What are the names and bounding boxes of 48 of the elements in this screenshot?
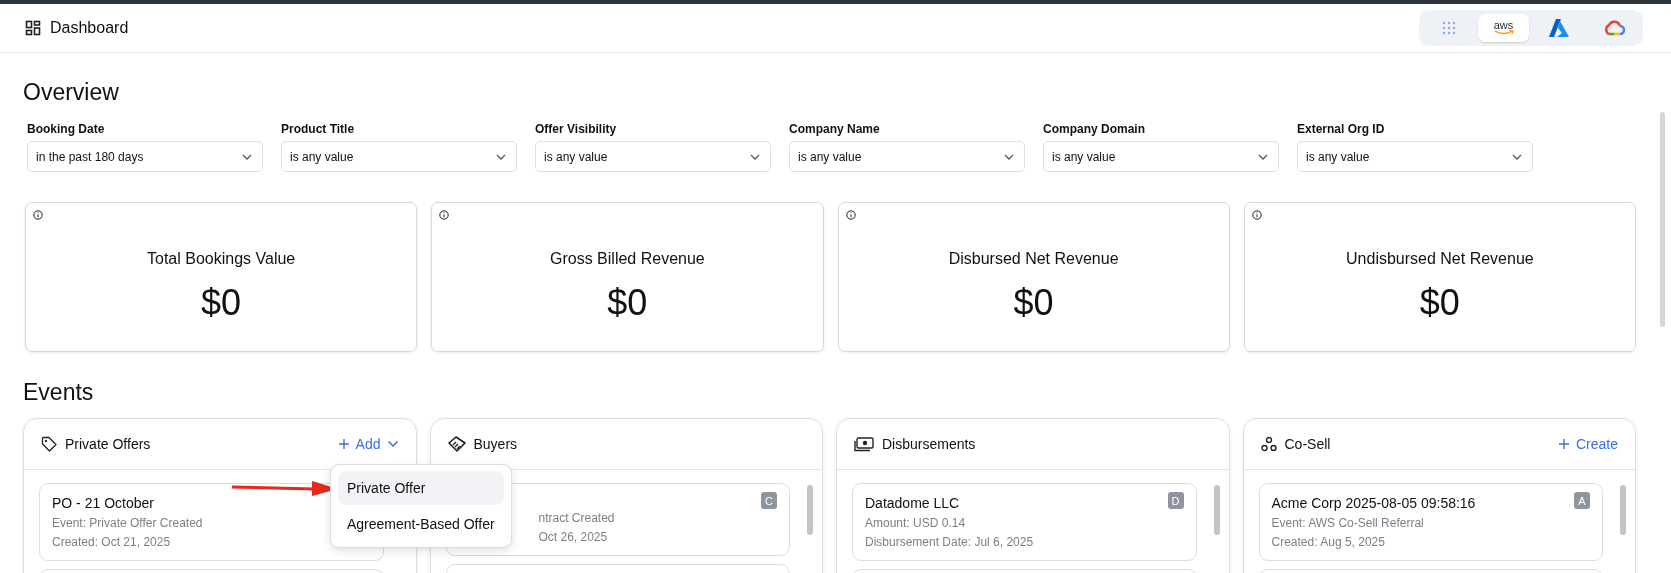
event-card[interactable]: Datadome LLC Amount: USD 0.14 Disbursement Date: Jul 6, 2025 D <box>852 483 1197 561</box>
metric-value: $0 <box>201 282 242 324</box>
panel-title: Co-Sell <box>1284 436 1332 452</box>
event-title: PO - 21 October <box>52 494 154 513</box>
menu-item[interactable]: Private Offer <box>338 471 504 505</box>
filter-label: Company Name <box>789 122 881 136</box>
filter-dropdown[interactable]: in the past 180 days <box>27 141 263 172</box>
panel-title: Disbursements <box>882 436 977 452</box>
metric-value: $0 <box>1013 282 1054 324</box>
panel-title: Buyers <box>473 436 519 452</box>
event-detail: Disbursement Date: Jul 6, 2025 <box>865 534 1034 551</box>
metric-title: Undisbursed Net Revenue <box>1346 250 1534 268</box>
event-detail: Created: Aug 5, 2025 <box>1271 534 1385 551</box>
metric-value: $0 <box>1419 282 1460 324</box>
filter-label: Booking Date <box>27 122 106 136</box>
filter-label: Product Title <box>281 122 356 136</box>
add-button[interactable]: Create <box>1557 436 1618 452</box>
metric-title: Disbursed Net Revenue <box>948 250 1119 268</box>
event-detail: Event: Private Offer Created <box>52 515 203 532</box>
filter-label: External Org ID <box>1297 122 1386 136</box>
filter-dropdown[interactable]: is any value <box>535 141 771 172</box>
add-button[interactable]: Add <box>337 436 399 452</box>
event-detail: Oct 26, 2025 <box>538 529 608 546</box>
filter-label: Offer Visibility <box>535 122 618 136</box>
panel-title: Private Offers <box>65 436 152 452</box>
metric-value: $0 <box>607 282 648 324</box>
event-detail: ntract Created <box>538 510 615 527</box>
letter-badge: A <box>1574 492 1590 509</box>
page-title: Dashboard <box>50 19 129 37</box>
event-card[interactable]: Acme Corp 2025-08-05 09:58:16 Event: AWS Co-Sell Referral Created: Aug 5, 2025 A <box>1258 483 1603 561</box>
filter-dropdown[interactable]: is any value <box>1297 141 1533 172</box>
event-title: Datadome LLC <box>865 494 960 513</box>
event-detail: Created: Oct 21, 2025 <box>52 534 171 551</box>
metric-title: Total Bookings Value <box>147 250 296 268</box>
section-heading: Overview <box>23 78 120 107</box>
event-detail: Event: AWS Co-Sell Referral <box>1271 515 1424 532</box>
aws-logo: aws <box>1492 20 1515 36</box>
section-heading: Events <box>23 378 95 407</box>
filter-dropdown[interactable]: is any value <box>789 141 1025 172</box>
event-detail: Amount: USD 0.14 <box>865 515 966 532</box>
letter-badge: D <box>1167 492 1184 509</box>
filter-dropdown[interactable]: is any value <box>1043 141 1279 172</box>
filter-dropdown[interactable]: is any value <box>281 141 517 172</box>
letter-badge: C <box>761 492 777 509</box>
event-title: Acme Corp 2025-08-05 09:58:16 <box>1271 494 1476 513</box>
filter-label: Company Domain <box>1043 122 1146 136</box>
metric-title: Gross Billed Revenue <box>550 250 705 268</box>
cloud-provider-button[interactable]: aws <box>1478 14 1529 42</box>
